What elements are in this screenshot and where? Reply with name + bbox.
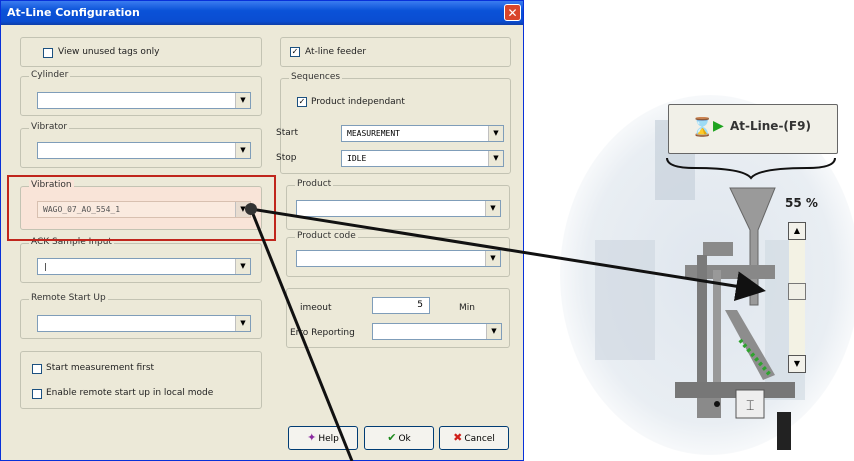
annotation-overlay [245,203,766,461]
arrow-origin-dot [245,203,257,215]
arrow-to-slider [250,207,766,302]
arrow-down [249,208,354,461]
